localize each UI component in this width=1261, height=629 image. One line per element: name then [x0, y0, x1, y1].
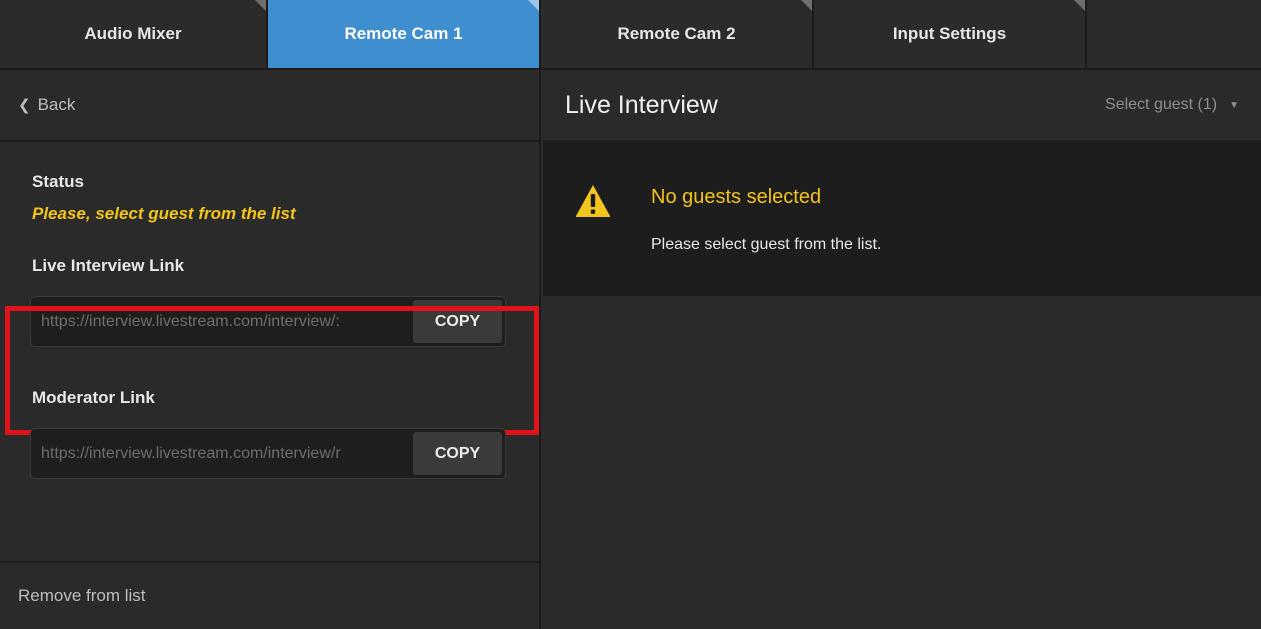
back-label: Back: [37, 95, 76, 114]
right-panel: Live Interview Select guest (1) ▼ No gue…: [543, 70, 1261, 629]
tab-bar: Audio Mixer Remote Cam 1 Remote Cam 2 In…: [0, 0, 1261, 70]
tab-audio-mixer[interactable]: Audio Mixer: [0, 0, 266, 68]
highlight-box: [5, 306, 539, 435]
tab-corner-indicator: [528, 0, 539, 11]
tab-corner-indicator: [801, 0, 812, 11]
moderator-link-field: COPY: [30, 428, 506, 479]
tab-empty-slot: [1087, 0, 1261, 68]
tab-remote-cam-2[interactable]: Remote Cam 2: [541, 0, 812, 68]
left-panel: ❮ Back Status Please, select guest from …: [0, 70, 541, 629]
remove-label: Remove from list: [18, 586, 146, 605]
status-message: Please, select guest from the list: [32, 204, 296, 223]
live-interview-link-label: Live Interview Link: [32, 256, 185, 275]
moderator-link-label: Moderator Link: [32, 388, 155, 407]
app-window: Audio Mixer Remote Cam 1 Remote Cam 2 In…: [0, 0, 1261, 629]
back-button[interactable]: ❮ Back: [0, 70, 539, 142]
copy-moderator-link-button[interactable]: COPY: [413, 432, 502, 475]
status-label: Status: [32, 172, 84, 191]
tab-label: Audio Mixer: [84, 24, 182, 43]
no-guests-notice: No guests selected Please select guest f…: [543, 142, 1261, 296]
moderator-link-input[interactable]: [31, 429, 410, 478]
warning-icon: [575, 185, 611, 217]
panel-title: Live Interview: [565, 90, 718, 119]
tab-input-settings[interactable]: Input Settings: [814, 0, 1085, 68]
tab-label: Remote Cam 2: [617, 24, 736, 43]
tab-remote-cam-1[interactable]: Remote Cam 1: [268, 0, 539, 68]
guest-select-label: Select guest (1): [1105, 96, 1218, 113]
tab-corner-indicator: [255, 0, 266, 11]
notice-title: No guests selected: [651, 186, 822, 208]
guest-select-dropdown[interactable]: Select guest (1) ▼: [1105, 96, 1239, 114]
remove-from-list-button[interactable]: Remove from list: [0, 561, 539, 629]
chevron-left-icon: ❮: [18, 97, 31, 114]
notice-text: Please select guest from the list.: [651, 236, 882, 253]
tab-label: Input Settings: [892, 24, 1007, 43]
caret-down-icon: ▼: [1229, 99, 1239, 111]
tab-corner-indicator: [1074, 0, 1085, 11]
tab-label: Remote Cam 1: [344, 24, 463, 43]
right-panel-header: Live Interview Select guest (1) ▼: [543, 70, 1261, 142]
